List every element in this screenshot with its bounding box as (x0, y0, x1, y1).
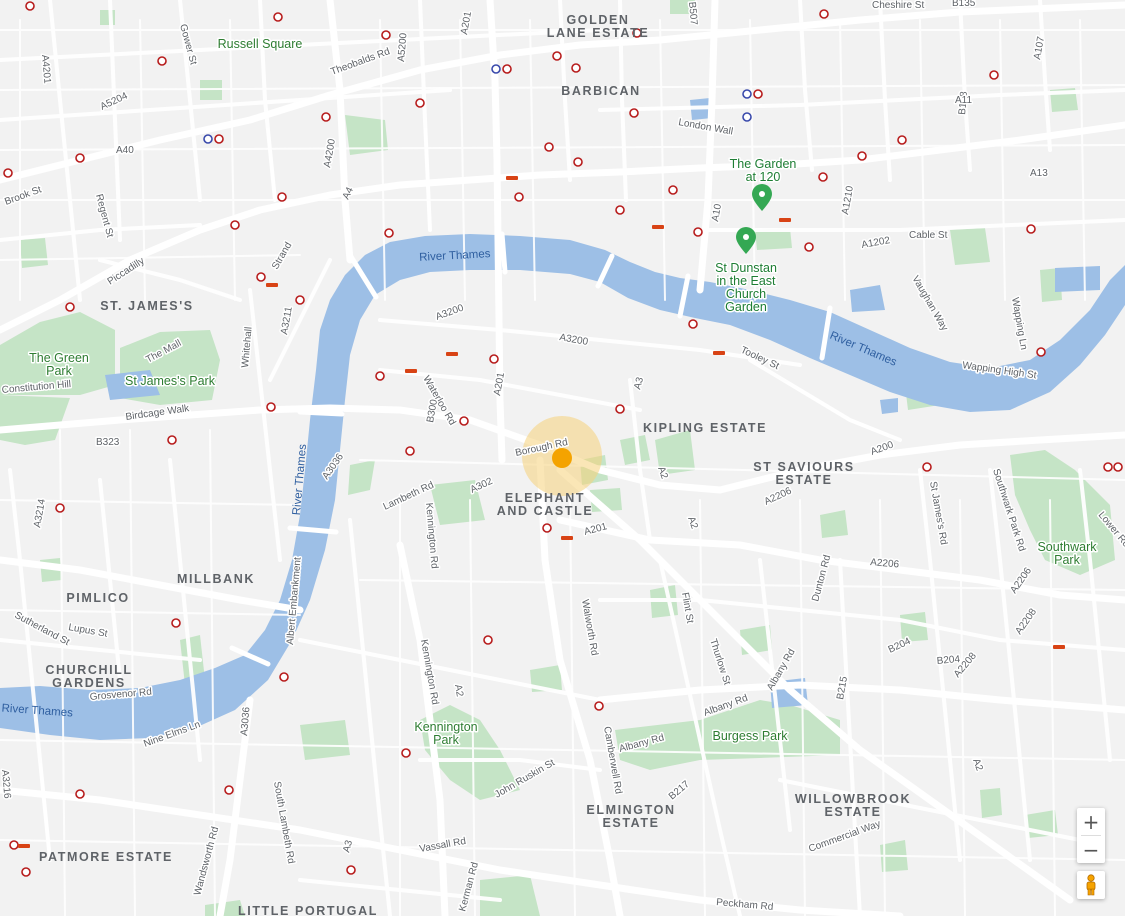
road-label: A3200 (434, 302, 465, 322)
park-label: Russell Square (218, 37, 303, 51)
area-label: ELEPHANT (505, 491, 585, 505)
road-label: A2208 (1013, 606, 1039, 636)
road-label: Lupus St (67, 622, 108, 640)
road-label: Thurlow St (707, 638, 732, 687)
road-label: A13 (1030, 168, 1048, 179)
road-label: B507 (686, 1, 699, 26)
area-label: ST SAVIOURS (753, 460, 854, 474)
area-label: KIPLING ESTATE (643, 421, 767, 435)
road-label: Commercial Way (807, 819, 882, 855)
park-label: Kennington (414, 720, 477, 734)
road-label: A2206 (763, 485, 794, 507)
pegman-icon (1086, 874, 1096, 896)
road-label: Kerman Rd (457, 861, 481, 913)
zoom-control: + − (1077, 808, 1105, 863)
road-label: B300 (425, 398, 440, 423)
area-label: ESTATE (775, 473, 832, 487)
street-view-button[interactable] (1077, 871, 1105, 899)
poi-label: The Garden (730, 157, 797, 171)
park-label: Southwark (1037, 540, 1097, 554)
poi-pin-st-dunstan[interactable] (736, 227, 756, 254)
area-label: GARDENS (52, 676, 126, 690)
location-marker[interactable] (552, 448, 572, 468)
zoom-in-button[interactable]: + (1077, 808, 1105, 835)
road-label: Whitehall (240, 326, 255, 368)
area-label: LANE ESTATE (547, 26, 650, 40)
road-label: A3036 (239, 706, 253, 736)
park-label: Burgess Park (712, 729, 788, 743)
area-label: CHURCHILL (45, 663, 132, 677)
road-label: South Lambeth Rd (271, 781, 296, 865)
area-label: BARBICAN (561, 84, 640, 98)
map-canvas[interactable]: GOLDEN LANE ESTATE BARBICAN ST. JAMES'S … (0, 0, 1125, 916)
road-label: A5200 (396, 32, 410, 62)
area-label: PIMLICO (66, 591, 129, 605)
road-label: Vaughan Way (909, 274, 949, 333)
area-label: PATMORE ESTATE (39, 850, 173, 864)
road-label: London Wall (677, 117, 733, 137)
road-label: B204 (887, 636, 913, 656)
road-label: A4201 (39, 54, 53, 84)
road-label: A4200 (322, 138, 338, 169)
road-label: A10 (710, 203, 724, 223)
map-layer[interactable]: GOLDEN LANE ESTATE BARBICAN ST. JAMES'S … (0, 0, 1125, 916)
area-label: AND CASTLE (497, 504, 594, 518)
poi-label: Garden (725, 300, 767, 314)
zoom-out-button[interactable]: − (1077, 836, 1105, 863)
area-label: GOLDEN (566, 13, 629, 27)
road-label: Wandsworth Rd (192, 826, 221, 897)
poi-label: in the East (716, 274, 776, 288)
road-label: Brook St (3, 184, 43, 208)
road-label: A2 (452, 684, 465, 698)
area-label: ELMINGTON (586, 803, 675, 817)
area-label: LITTLE PORTUGAL (238, 904, 378, 916)
road-label: Peckham Rd (716, 897, 774, 913)
road-label: A3 (632, 376, 646, 391)
road-label: B135 (952, 0, 976, 9)
road-label: A1202 (861, 235, 892, 251)
road-label: Wapping Ln (1009, 297, 1029, 351)
poi-pin-the-garden[interactable] (752, 184, 772, 211)
road-label: Cable St (909, 230, 948, 241)
road-label: A11 (955, 95, 972, 106)
road-label: A3216 (0, 769, 13, 799)
poi-label: Church (726, 287, 766, 301)
park-label: The Green (29, 351, 89, 365)
road-label: A3200 (558, 332, 589, 348)
park-label: St James's Park (125, 374, 216, 388)
area-label: WILLOWBROOK (795, 792, 911, 806)
area-label: ST. JAMES'S (100, 299, 194, 313)
road-label: A3214 (32, 498, 48, 529)
road-label: B323 (96, 437, 120, 448)
road-label: St James's Rd (927, 481, 949, 546)
road-label: Walworth Rd (579, 599, 600, 657)
road-label: A201 (492, 371, 507, 396)
park-label: Park (1054, 553, 1080, 567)
road-label: Cheshire St (872, 0, 924, 11)
road-label: A2 (685, 515, 700, 531)
area-label: ESTATE (602, 816, 659, 830)
park-label: Park (46, 364, 72, 378)
road-label: A2 (970, 757, 985, 773)
road-label: A201 (459, 10, 474, 35)
park-label: Park (433, 733, 459, 747)
area-label: MILLBANK (177, 572, 255, 586)
poi-label: St Dunstan (715, 261, 777, 275)
road-label: B217 (667, 779, 692, 803)
poi-label: at 120 (746, 170, 781, 184)
road-label: A40 (116, 145, 134, 156)
road-label: A302 (469, 476, 495, 496)
area-label: ESTATE (824, 805, 881, 819)
